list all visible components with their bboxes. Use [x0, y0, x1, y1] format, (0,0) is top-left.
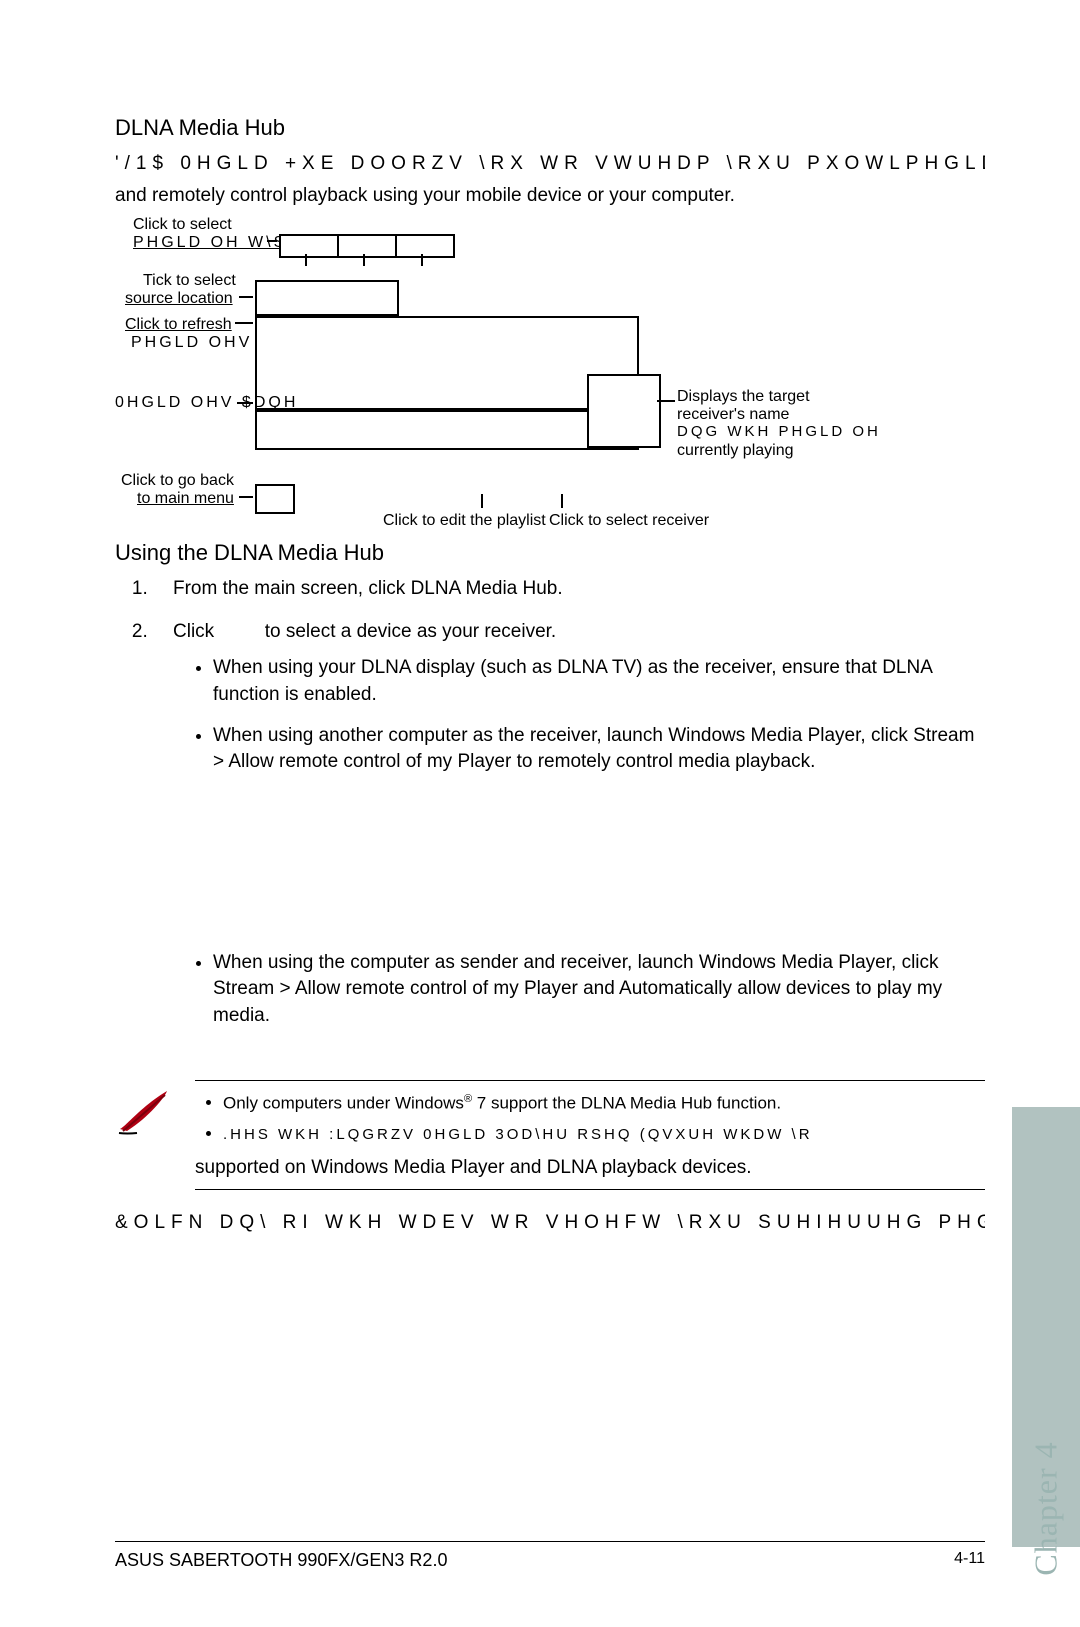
step-2-sublist: When using your DLNA display (such as DL… [173, 655, 985, 775]
diagram-tick [561, 494, 563, 508]
diagram-tick [363, 254, 365, 266]
diagram: Click to select PHGLD OH W\SH Tick to se… [115, 216, 985, 526]
label-tick2: source location [125, 290, 233, 308]
label-target1: Displays the target [677, 388, 810, 406]
page: Chapter 4 DLNA Media Hub '/1$ 0HGLD +XE … [0, 0, 1080, 1627]
label-back1: Click to go back [121, 472, 234, 490]
note-1-sup: ® [464, 1093, 472, 1105]
footer-rule [115, 1541, 985, 1542]
note-list: Only computers under Windows® 7 support … [195, 1091, 985, 1153]
note-1a: Only computers under Windows [223, 1093, 464, 1112]
intro-garbled: '/1$ 0HGLD +XE DOORZV \RX WR VWUHDP \RXU… [115, 151, 985, 177]
label-refresh: Click to refresh [125, 316, 232, 334]
callout-arrow [239, 496, 253, 498]
section-title: DLNA Media Hub [115, 115, 985, 141]
footer-page: 4-11 [954, 1550, 985, 1571]
step-2-bullet-1: When using your DLNA display (such as DL… [213, 655, 985, 708]
callout-arrow [235, 322, 253, 324]
note-body: Only computers under Windows® 7 support … [115, 1091, 985, 1153]
label-click-select-garbled: PHGLD OH W\SH [133, 234, 302, 252]
ordered-steps: From the main screen, click DLNA Media H… [115, 576, 985, 1029]
step-1-text: From the main screen, click DLNA Media H… [173, 578, 563, 599]
diagram-box-back [255, 484, 295, 514]
label-pane-garbled: 0HGLD OHV $DQH [115, 394, 298, 412]
label-back2: to main menu [137, 490, 234, 508]
step-2-bullet-2: When using another computer as the recei… [213, 723, 985, 776]
using-section: Using the DLNA Media Hub From the main s… [115, 540, 985, 1029]
callout-arrow [657, 400, 675, 402]
note-quill-icon [115, 1087, 175, 1137]
diagram-tick [305, 254, 307, 266]
step-2: Click to select a device as your receive… [153, 619, 985, 1030]
diagram-tick [421, 254, 423, 266]
note-rule-top [195, 1080, 985, 1081]
intro-plain: and remotely control playback using your… [115, 183, 985, 209]
label-edit: Click to edit the playlist [383, 512, 546, 530]
diagram-box-a [279, 234, 339, 258]
chapter-tab: Chapter 4 [1012, 1107, 1080, 1547]
using-title: Using the DLNA Media Hub [115, 540, 985, 566]
content: DLNA Media Hub '/1$ 0HGLD +XE DOORZV \RX… [115, 115, 985, 1234]
diagram-box-filepane [255, 410, 639, 450]
diagram-box-source [255, 280, 399, 316]
label-refresh-garbled: PHGLD OHV [131, 334, 252, 352]
diagram-box-c [395, 234, 455, 258]
note-item-1: Only computers under Windows® 7 support … [223, 1091, 985, 1116]
footer: ASUS SABERTOOTH 990FX/GEN3 R2.0 4-11 [115, 1550, 985, 1571]
step-2a: Click [173, 621, 219, 642]
diagram-tick [481, 494, 483, 508]
note-2-garbled: .HHS WKH :LQGRZV 0HGLD 3OD\HU RSHQ (QVXU… [223, 1126, 813, 1143]
step-1: From the main screen, click DLNA Media H… [153, 576, 985, 603]
note: Only computers under Windows® 7 support … [115, 1080, 985, 1190]
footer-product: ASUS SABERTOOTH 990FX/GEN3 R2.0 [115, 1550, 447, 1571]
diagram-box-b [337, 234, 397, 258]
step-2-sublist-continued: When using the computer as sender and re… [173, 950, 985, 1030]
callout-arrow [267, 240, 277, 242]
callout-arrow [239, 296, 253, 298]
label-target-garbled: DQG WKH PHGLD OH [677, 424, 881, 441]
note-below: supported on Windows Media Player and DL… [195, 1157, 985, 1179]
note-1b: 7 support the DLNA Media Hub function. [472, 1093, 781, 1112]
label-target2: receiver's name [677, 406, 789, 424]
note-item-2: .HHS WKH :LQGRZV 0HGLD 3OD\HU RSHQ (QVXU… [223, 1122, 985, 1147]
note-rule-bottom [195, 1189, 985, 1190]
label-tick1: Tick to select [143, 272, 236, 290]
diagram-box-display [587, 374, 661, 448]
diagram-box-main-panel [255, 316, 639, 410]
step-2b: to select a device as your receiver. [265, 621, 556, 642]
label-click-select: Click to select [133, 216, 232, 234]
callout-arrow [237, 402, 253, 404]
step-2-bullet-3: When using the computer as sender and re… [213, 950, 985, 1030]
label-receiver: Click to select receiver [549, 512, 709, 530]
label-target3: currently playing [677, 442, 794, 460]
step-3-garbled: &OLFN DQ\ RI WKH WDEV WR VHOHFW \RXU SUH… [115, 1212, 985, 1234]
chapter-tab-text: Chapter 4 [1028, 1441, 1065, 1575]
